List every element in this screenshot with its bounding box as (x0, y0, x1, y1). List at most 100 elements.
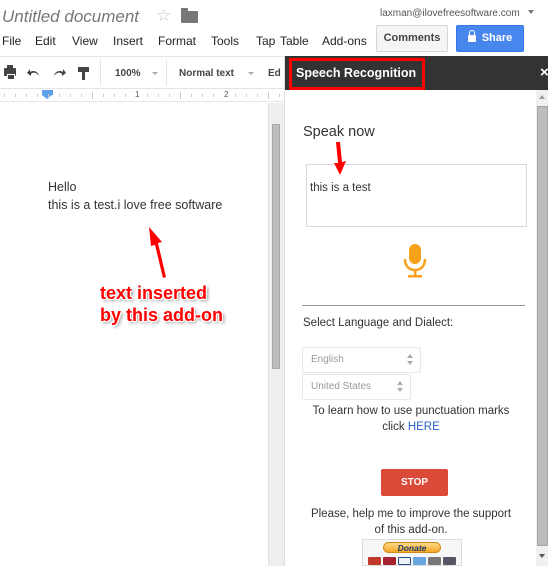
ruler-tick (114, 94, 115, 97)
ruler-tick (81, 94, 82, 97)
style-caret-icon[interactable] (248, 72, 254, 75)
dialect-select-value: United States (311, 381, 372, 392)
share-label: Share (481, 32, 513, 44)
lock-icon (467, 30, 476, 42)
ruler-label-2: 2 (224, 90, 229, 99)
scroll-down-icon[interactable] (539, 554, 545, 558)
sidebar-header: Speech Recognition × (285, 56, 548, 90)
menu-tap[interactable]: Tap (256, 34, 280, 48)
ruler-tick (48, 94, 49, 97)
style-select[interactable]: Normal text (179, 68, 234, 79)
account-email[interactable]: laxman@ilovefreesoftware.com (380, 8, 520, 19)
print-icon[interactable] (4, 65, 16, 80)
menu-view[interactable]: View (72, 34, 98, 48)
redo-icon[interactable] (52, 67, 66, 77)
language-label: Select Language and Dialect: (303, 317, 454, 329)
punctuation-text: To learn how to use punctuation marks (312, 405, 510, 417)
support-line: of this add-on. (374, 524, 448, 536)
ruler-tick (169, 94, 170, 97)
ruler-tick (257, 94, 258, 97)
menu-edit[interactable]: Edit (35, 34, 56, 48)
sidebar-scrollbar-track[interactable] (536, 90, 548, 566)
ruler-tick (26, 94, 27, 97)
ruler-tick (191, 94, 192, 97)
donate-widget[interactable]: Donate (362, 539, 462, 566)
annotation-line: by this add-on (100, 305, 223, 325)
menu-format[interactable]: Format (158, 34, 196, 48)
ruler-tick (246, 94, 247, 97)
card-icon (398, 557, 411, 565)
ruler-tick (268, 92, 269, 99)
ruler-tick (92, 92, 93, 99)
select-arrows-icon (397, 381, 404, 393)
ruler: 1 2 (0, 90, 284, 102)
card-icon (428, 557, 441, 565)
speech-recognition-sidebar: Speech Recognition × Speak now this is a… (284, 56, 548, 566)
ruler-tick (213, 94, 214, 97)
support-line: Please, help me to improve the support (310, 508, 512, 520)
ruler-tick (279, 94, 280, 97)
ruler-tick (147, 94, 148, 97)
star-icon[interactable]: ☆ (156, 6, 171, 26)
menu-tools[interactable]: Tools (211, 34, 239, 48)
card-icon (383, 557, 396, 565)
document-canvas[interactable]: Hello this is a test.i love free softwar… (0, 103, 268, 566)
annotation-text: text inserted by this add-on (100, 282, 223, 326)
toolbar-divider (100, 60, 101, 86)
language-select-value: English (311, 354, 344, 365)
scroll-up-icon[interactable] (539, 95, 545, 99)
ruler-tick (103, 94, 104, 97)
document-line: Hello (48, 180, 77, 194)
paint-format-icon[interactable] (78, 67, 89, 80)
document-line: this is a test.i love free software (48, 198, 223, 212)
sidebar-title: Speech Recognition (296, 66, 417, 80)
menu-insert[interactable]: Insert (113, 34, 143, 48)
card-icon (413, 557, 426, 565)
ruler-tick (4, 94, 5, 97)
card-icon (443, 557, 456, 565)
zoom-select[interactable]: 100% (115, 68, 141, 79)
toolbar-divider (166, 60, 167, 86)
punctuation-click: click (382, 421, 405, 433)
close-icon[interactable]: × (540, 64, 548, 81)
support-text: Please, help me to improve the support o… (285, 506, 537, 538)
ruler-tick (125, 94, 126, 97)
ruler-label-1: 1 (135, 90, 140, 99)
ruler-tick (37, 94, 38, 97)
annotation-arrow-icon (334, 142, 346, 175)
ruler-tick (180, 92, 181, 99)
zoom-caret-icon[interactable] (152, 72, 158, 75)
donate-button[interactable]: Donate (383, 542, 441, 553)
folder-icon[interactable] (181, 8, 198, 23)
microphone-icon[interactable] (403, 244, 427, 278)
share-button[interactable]: Share (456, 25, 524, 52)
document-body[interactable]: Hello this is a test.i love free softwar… (48, 178, 222, 214)
ruler-tick (235, 94, 236, 97)
stop-button[interactable]: STOP (381, 469, 448, 496)
menu-table[interactable]: Table (280, 34, 309, 48)
document-scrollbar-thumb[interactable] (272, 124, 280, 369)
account-caret-icon[interactable] (528, 10, 534, 14)
ruler-tick (15, 94, 16, 97)
punctuation-help: To learn how to use punctuation marks cl… (285, 403, 537, 435)
divider (302, 305, 525, 306)
annotation-line: text inserted (100, 283, 208, 303)
ruler-tick (59, 94, 60, 97)
document-title[interactable]: Untitled document (2, 7, 139, 27)
menu-add-ons[interactable]: Add-ons (322, 34, 367, 48)
here-link[interactable]: HERE (408, 421, 440, 433)
comments-button[interactable]: Comments (376, 25, 448, 52)
font-select[interactable]: Ed (268, 68, 281, 79)
transcript-text: this is a test (310, 182, 371, 194)
menu-file[interactable]: File (2, 34, 21, 48)
ruler-tick (70, 94, 71, 97)
card-icon (368, 557, 381, 565)
undo-icon[interactable] (27, 67, 41, 77)
dialect-select[interactable]: United States (302, 374, 411, 400)
annotation-arrow-icon (149, 227, 166, 278)
sidebar-scrollbar-thumb[interactable] (537, 106, 548, 546)
language-select[interactable]: English (302, 347, 421, 373)
toolbar: 100% Normal text Ed (0, 56, 286, 89)
ruler-tick (158, 94, 159, 97)
select-arrows-icon (407, 354, 414, 366)
